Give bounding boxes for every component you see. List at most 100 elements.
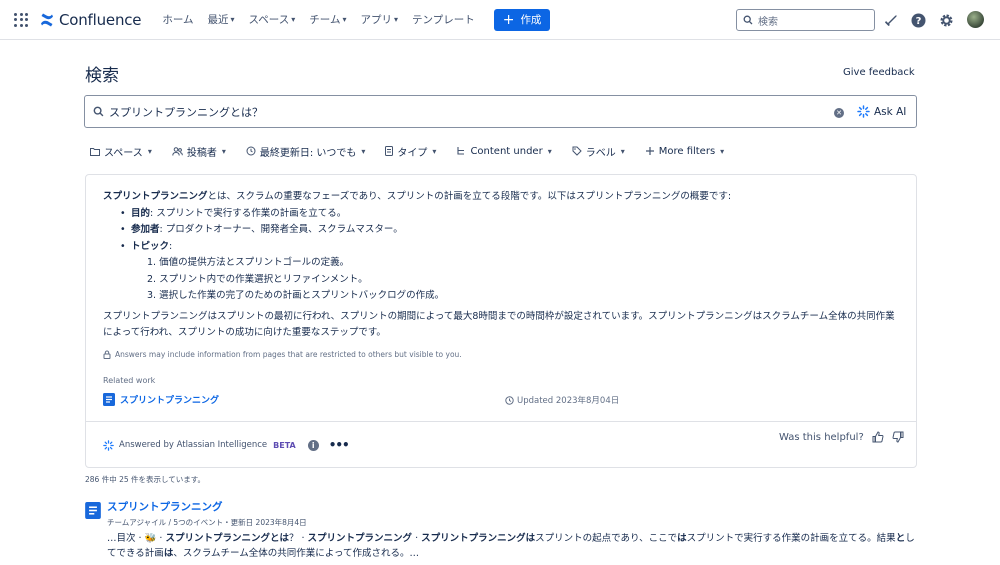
help-icon[interactable]: ? [909,11,927,29]
filter-0[interactable]: スペース ▾ [90,143,152,159]
clear-search-icon[interactable]: ✕ [834,108,844,118]
answer-paragraph: スプリントプランニングはスプリントの最初に行われ、スプリントの期間によって最大8… [103,310,895,339]
chevron-down-icon: ▾ [547,146,552,156]
nav-item-4[interactable]: アプリ ▾ [354,0,406,40]
hierarchy-icon [456,146,466,156]
chevron-down-icon: ▾ [394,15,399,24]
ask-ai-label: Ask AI [874,105,907,118]
filter-label: More filters [658,145,716,157]
snippet-text: 、スクラムチーム全体の共同作業によって作成される。… [173,548,419,559]
nav-item-2[interactable]: スペース ▾ [242,0,303,40]
filter-label: Content under [470,145,543,157]
ask-ai-button[interactable]: Ask AI [857,105,906,118]
filter-4[interactable]: Content under ▾ [456,143,552,159]
chevron-down-icon: ▾ [720,146,725,156]
bullet-text: : [169,240,173,252]
result-count: 286 件中 25 件を表示しています。 [85,475,206,484]
filter-label: 最終更新日: いつでも [259,147,357,159]
plus-icon: + [502,11,515,28]
thumbs-down-icon[interactable] [892,431,904,443]
chevron-down-icon: ▾ [147,146,152,156]
global-search-input[interactable]: 検索 [736,9,875,31]
document-icon [385,146,394,156]
filter-label: タイプ [397,147,428,159]
app-name: Confluence [59,10,142,29]
filter-1[interactable]: 投稿者 ▾ [172,143,226,159]
chevron-down-icon: ▾ [361,146,366,156]
answer-bullet: トピック: [117,239,903,256]
related-page-link[interactable]: スプリントプランニング [103,393,219,406]
snippet-text: スプリントで実行する作業の計画を立てる。結果 [686,533,896,544]
snippet-highlight: は [677,533,687,544]
result-meta: チームアジャイル / 5つのイベント・更新日 2023年8月4日 [107,518,307,527]
topic-item: 2. スプリント内での作業選択とリファインメント。 [147,273,368,285]
page-icon [85,502,101,519]
snippet-text: …目次 · 🐝 · [107,533,166,544]
nav-item-5[interactable]: テンプレート [405,0,482,40]
bullet-term: 参加者 [131,224,160,235]
ai-answer-body: スプリントプランニングとは、スクラムの重要なフェーズであり、スプリントの計画を立… [103,189,903,342]
nav-item-0[interactable]: ホーム [155,0,200,40]
search-query-input[interactable]: スプリントプランニングとは？ ✕ Ask AI [84,95,917,128]
search-icon [743,15,753,25]
app-switcher-icon[interactable] [14,12,28,27]
snippet-highlight: スプリントプランニング [307,533,413,544]
topic-item: 1. 価値の提供方法とスプリントゴールの定義。 [147,257,350,268]
more-actions-icon[interactable]: ••• [329,438,350,452]
answer-topics: 1. 価値の提供方法とスプリントゴールの定義。 2. スプリント内での作業選択とリ… [147,255,903,305]
filter-5[interactable]: ラベル ▾ [572,143,625,159]
top-navigation: Confluence ホーム 最近 ▾ スペース ▾ チーム ▾ アプリ ▾ テンプレート + 作成… [0,0,1000,40]
filter-3[interactable]: タイプ ▾ [385,143,436,159]
user-avatar[interactable] [967,11,984,28]
notifications-icon[interactable] [882,11,900,29]
search-query-text: スプリントプランニングとは？ [109,105,263,119]
bullet-text: : スプリントで実行する作業の計画を立てる。 [150,207,347,219]
page-title: 検索 [85,66,119,86]
answer-intro: スプリントプランニングとは、スクラムの重要なフェーズであり、スプリントの計画を立… [103,189,903,206]
create-label: 作成 [520,14,542,26]
filter-label: 投稿者 [186,147,217,159]
svg-text:?: ? [915,16,921,27]
answer-bullet: 参加者: プロダクトオーナー、開発者全員、スクラムマスター。 [117,222,903,239]
result-snippet: …目次 · 🐝 · スプリントプランニングとは？ · スプリントプランニング ·… [107,531,922,561]
give-feedback-button[interactable]: Give feedback [843,67,915,78]
filter-6[interactable]: More filters ▾ [645,143,724,159]
nav-item-label: チーム [309,14,341,26]
lock-icon [103,350,111,359]
snippet-text: スプリントの起点であり、ここで [535,533,678,544]
chevron-down-icon: ▾ [432,146,437,156]
ai-sparkle-icon [857,105,870,118]
confluence-logo-icon [41,13,53,26]
chevron-down-icon: ▾ [291,15,296,24]
nav-item-3[interactable]: チーム ▾ [302,0,353,40]
divider [86,421,916,422]
snippet-highlight: スプリントプランニングとは [165,533,289,544]
people-icon [172,146,183,156]
beta-badge: BETA [273,440,296,450]
disclaimer-text: Answers may include information from pag… [115,350,462,359]
answer-bullet: 目的: スプリントで実行する作業の計画を立てる。 [117,206,903,223]
plus-icon [645,146,655,156]
helpful-feedback: Was this helpful? [779,431,904,443]
settings-gear-icon[interactable] [937,11,955,29]
answer-bullets: 目的: スプリントで実行する作業の計画を立てる。参加者: プロダクトオーナー、開… [117,206,903,256]
chevron-down-icon: ▾ [620,146,625,156]
clock-icon [505,395,514,405]
result-title-link[interactable]: スプリントプランニング [107,499,223,514]
nav-item-label: スペース [248,14,290,26]
filter-2[interactable]: 最終更新日: いつでも ▾ [246,143,366,159]
info-icon[interactable]: i [307,439,319,451]
confluence-logo[interactable]: Confluence [39,10,142,29]
search-placeholder: 検索 [758,16,778,28]
thumbs-up-icon[interactable] [872,431,884,443]
snippet-text: · [412,533,422,544]
filter-label: ラベル [585,147,616,159]
bullet-term: トピック [131,240,170,252]
create-button[interactable]: + 作成 [493,8,551,31]
snippet-text: ？ · [288,533,308,544]
nav-item-label: 最近 [207,14,229,26]
nav-item-1[interactable]: 最近 ▾ [201,0,242,40]
answered-by: Answered by Atlassian Intelligence BETA … [103,438,350,452]
related-updated: Updated 2023年8月04日 [505,394,619,406]
nav-item-label: アプリ [360,14,393,26]
